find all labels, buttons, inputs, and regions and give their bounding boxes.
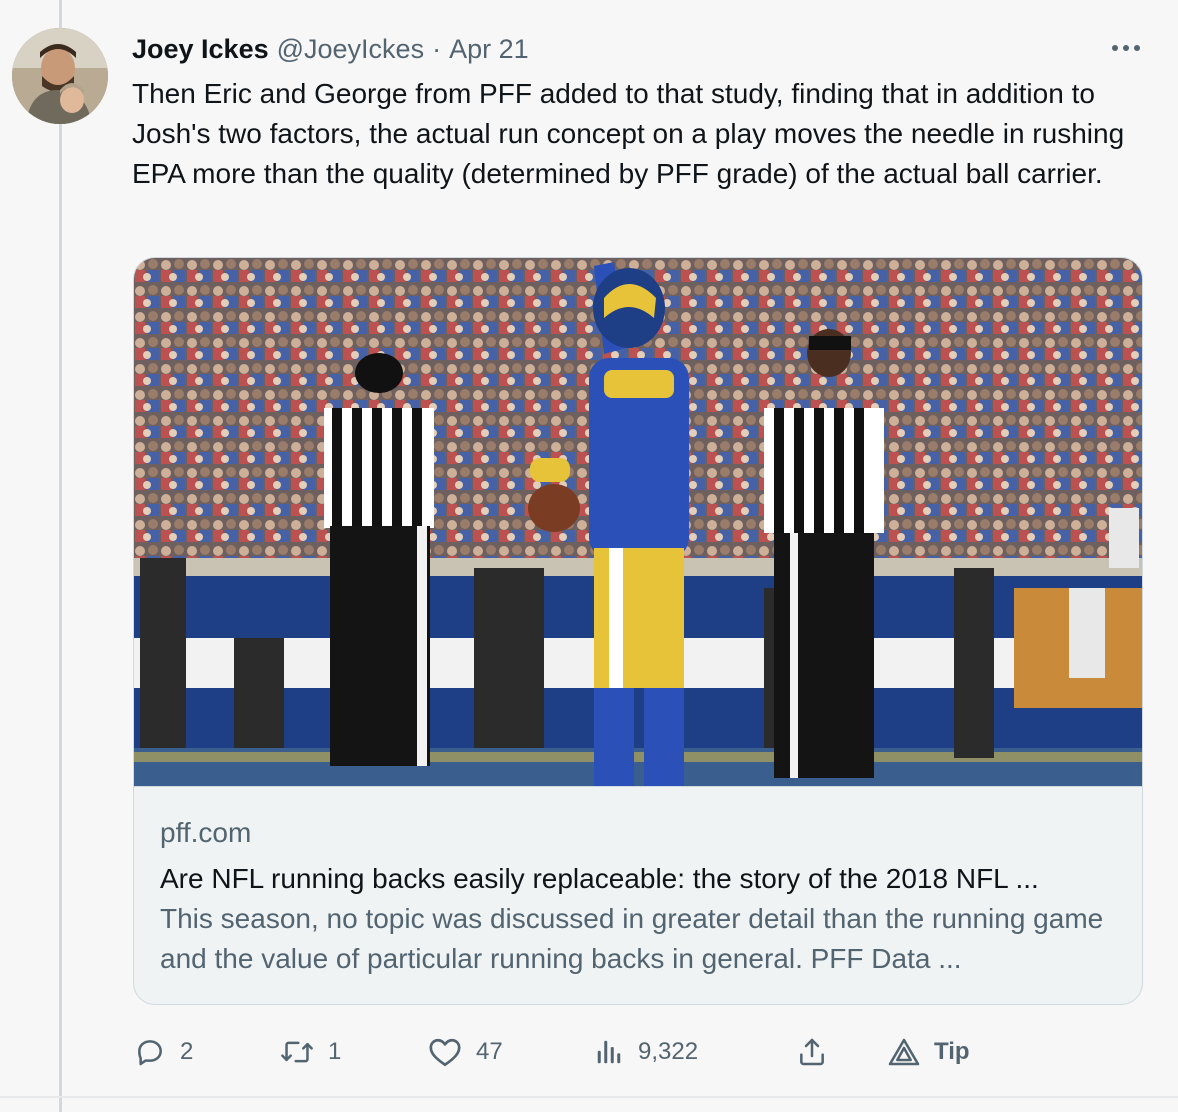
more-icon[interactable] — [1108, 30, 1144, 66]
tweet-header: Joey Ickes @JoeyIckes · Apr 21 — [132, 32, 529, 66]
share-button[interactable] — [796, 1030, 828, 1074]
tip-icon — [888, 1037, 920, 1067]
views-icon — [594, 1037, 624, 1067]
thread-line — [59, 0, 62, 1112]
like-icon — [428, 1036, 462, 1068]
tip-button[interactable]: Tip — [888, 1030, 970, 1074]
card-domain: pff.com — [160, 817, 252, 848]
tweet-text: Then Eric and George from PFF added to t… — [132, 78, 1125, 189]
reply-button[interactable]: 2 — [134, 1030, 193, 1074]
card-image[interactable] — [134, 258, 1142, 788]
link-card[interactable]: pff.com Are NFL running backs easily rep… — [133, 257, 1143, 1005]
separator: · — [432, 33, 442, 64]
card-title: Are NFL running backs easily replaceable… — [160, 863, 1039, 894]
retweet-count: 1 — [328, 1038, 342, 1065]
retweet-button[interactable]: 1 — [280, 1030, 341, 1074]
card-meta[interactable]: pff.com Are NFL running backs easily rep… — [134, 786, 1142, 1004]
author-handle[interactable]: @JoeyIckes — [277, 34, 424, 65]
tweet-actions: 2 1 47 9,322 Tip — [132, 1030, 1012, 1074]
tweet-divider — [0, 1096, 1178, 1098]
retweet-icon — [280, 1036, 314, 1068]
reply-icon — [134, 1036, 166, 1068]
avatar[interactable] — [12, 28, 108, 124]
author-name[interactable]: Joey Ickes — [132, 34, 269, 65]
tip-label: Tip — [934, 1038, 970, 1065]
views-button[interactable]: 9,322 — [594, 1030, 698, 1074]
card-description: This season, no topic was discussed in g… — [160, 903, 1104, 974]
share-icon — [796, 1036, 828, 1068]
views-count: 9,322 — [638, 1038, 699, 1065]
like-button[interactable]: 47 — [428, 1030, 503, 1074]
like-count: 47 — [476, 1038, 503, 1065]
reply-count: 2 — [180, 1038, 194, 1065]
tweet-date[interactable]: Apr 21 — [449, 34, 529, 65]
